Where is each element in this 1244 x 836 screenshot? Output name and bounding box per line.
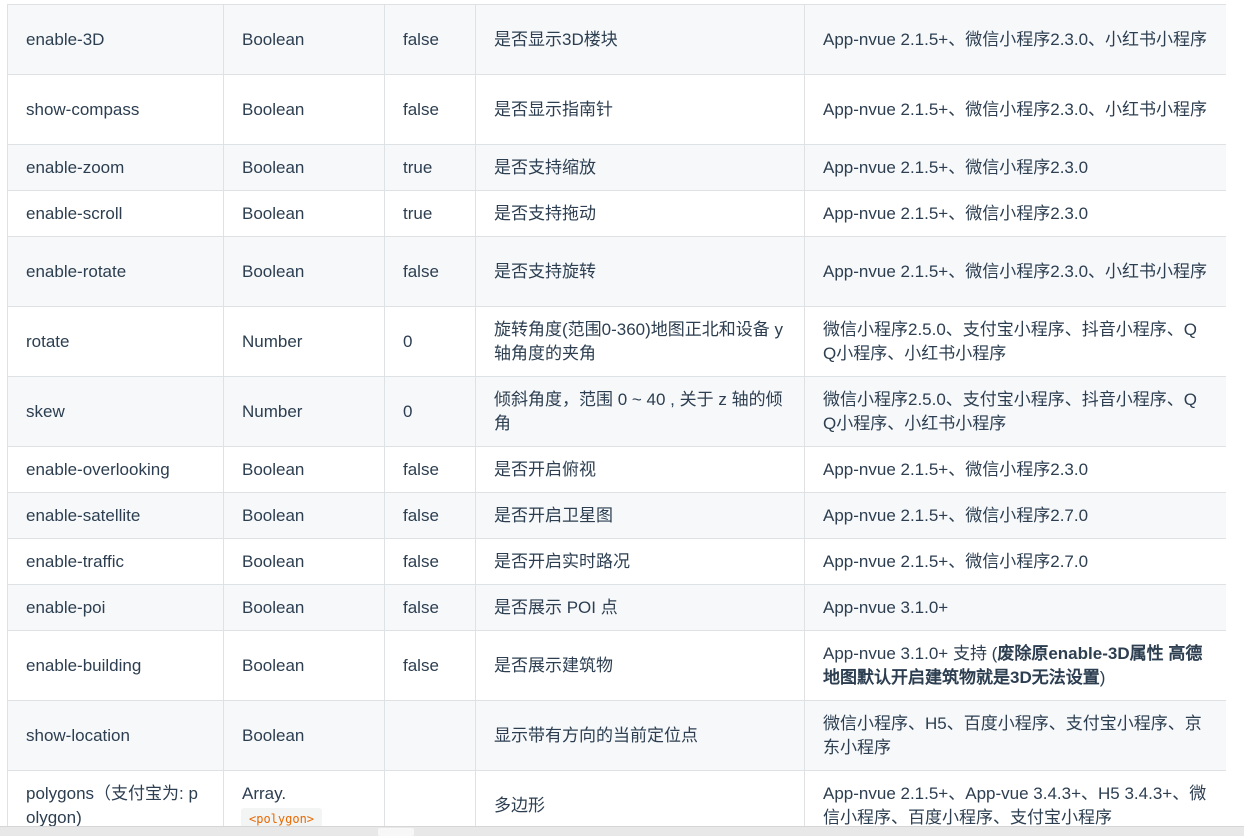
prop-type: Boolean bbox=[223, 630, 385, 701]
prop-platform: App-nvue 2.1.5+、微信小程序2.3.0、小红书小程序 bbox=[804, 74, 1226, 145]
prop-name: enable-zoom bbox=[7, 144, 224, 191]
table-row: show-compass Boolean false 是否显示指南针 App-n… bbox=[7, 74, 1226, 145]
prop-platform: 微信小程序2.5.0、支付宝小程序、抖音小程序、QQ小程序、小红书小程序 bbox=[804, 376, 1226, 447]
prop-default: false bbox=[384, 4, 476, 75]
prop-type: Boolean bbox=[223, 446, 385, 493]
table-row: enable-poi Boolean false 是否展示 POI 点 App-… bbox=[7, 584, 1226, 631]
prop-type: Boolean bbox=[223, 584, 385, 631]
prop-desc: 多边形 bbox=[475, 770, 805, 826]
prop-name: enable-satellite bbox=[7, 492, 224, 539]
prop-desc: 是否支持拖动 bbox=[475, 190, 805, 237]
table-row: skew Number 0 倾斜角度，范围 0 ~ 40 , 关于 z 轴的倾角… bbox=[7, 376, 1226, 447]
type-text: Array. bbox=[242, 783, 287, 803]
type-code: <polygon> bbox=[241, 807, 323, 826]
prop-name: enable-rotate bbox=[7, 236, 224, 307]
prop-platform: App-nvue 2.1.5+、微信小程序2.3.0 bbox=[804, 446, 1226, 493]
prop-default: false bbox=[384, 492, 476, 539]
prop-default: true bbox=[384, 144, 476, 191]
prop-desc: 是否支持旋转 bbox=[475, 236, 805, 307]
table-row: polygons（支付宝为: polygon) Array. <polygon> … bbox=[7, 770, 1226, 826]
table-row: enable-3D Boolean false 是否显示3D楼块 App-nvu… bbox=[7, 4, 1226, 75]
prop-default: false bbox=[384, 236, 476, 307]
table-row: enable-scroll Boolean true 是否支持拖动 App-nv… bbox=[7, 190, 1226, 237]
prop-desc: 是否展示建筑物 bbox=[475, 630, 805, 701]
prop-desc: 是否开启实时路况 bbox=[475, 538, 805, 585]
prop-name: enable-scroll bbox=[7, 190, 224, 237]
prop-desc: 是否显示3D楼块 bbox=[475, 4, 805, 75]
prop-name: enable-3D bbox=[7, 4, 224, 75]
prop-platform: 微信小程序、H5、百度小程序、支付宝小程序、京东小程序 bbox=[804, 700, 1226, 771]
prop-platform: App-nvue 2.1.5+、App-vue 3.4.3+、H5 3.4.3+… bbox=[804, 770, 1226, 826]
table-row: enable-traffic Boolean false 是否开启实时路况 Ap… bbox=[7, 538, 1226, 585]
attributes-table: enable-3D Boolean false 是否显示3D楼块 App-nvu… bbox=[7, 0, 1226, 826]
prop-platform: 微信小程序2.5.0、支付宝小程序、抖音小程序、QQ小程序、小红书小程序 bbox=[804, 306, 1226, 377]
prop-desc: 是否开启俯视 bbox=[475, 446, 805, 493]
prop-platform: App-nvue 2.1.5+、微信小程序2.7.0 bbox=[804, 492, 1226, 539]
table-row: show-location Boolean 显示带有方向的当前定位点 微信小程序… bbox=[7, 700, 1226, 771]
table-row: enable-building Boolean false 是否展示建筑物 Ap… bbox=[7, 630, 1226, 701]
prop-default: false bbox=[384, 538, 476, 585]
prop-type: Boolean bbox=[223, 236, 385, 307]
prop-type: Number bbox=[223, 376, 385, 447]
prop-default: 0 bbox=[384, 306, 476, 377]
map-props-table: enable-3D Boolean false 是否显示3D楼块 App-nvu… bbox=[7, 4, 1226, 826]
prop-type: Boolean bbox=[223, 492, 385, 539]
prop-desc: 显示带有方向的当前定位点 bbox=[475, 700, 805, 771]
table-row: enable-rotate Boolean false 是否支持旋转 App-n… bbox=[7, 236, 1226, 307]
prop-name: show-location bbox=[7, 700, 224, 771]
prop-desc: 是否支持缩放 bbox=[475, 144, 805, 191]
prop-desc: 是否展示 POI 点 bbox=[475, 584, 805, 631]
prop-type: Boolean bbox=[223, 538, 385, 585]
table-row: enable-zoom Boolean true 是否支持缩放 App-nvue… bbox=[7, 144, 1226, 191]
prop-default: false bbox=[384, 446, 476, 493]
prop-type: Number bbox=[223, 306, 385, 377]
prop-name: enable-traffic bbox=[7, 538, 224, 585]
prop-default bbox=[384, 770, 476, 826]
prop-default: false bbox=[384, 74, 476, 145]
prop-name: enable-building bbox=[7, 630, 224, 701]
prop-name: enable-poi bbox=[7, 584, 224, 631]
prop-platform: App-nvue 2.1.5+、微信小程序2.3.0 bbox=[804, 144, 1226, 191]
prop-default: false bbox=[384, 630, 476, 701]
prop-type: Boolean bbox=[223, 700, 385, 771]
prop-platform: App-nvue 3.1.0+ 支持 (废除原enable-3D属性 高德地图默… bbox=[804, 630, 1226, 701]
prop-name: polygons（支付宝为: polygon) bbox=[7, 770, 224, 826]
prop-type: Array. <polygon> bbox=[223, 770, 385, 826]
table-row: rotate Number 0 旋转角度(范围0-360)地图正北和设备 y 轴… bbox=[7, 306, 1226, 377]
prop-type: Boolean bbox=[223, 74, 385, 145]
prop-desc: 是否显示指南针 bbox=[475, 74, 805, 145]
prop-name: skew bbox=[7, 376, 224, 447]
table-row: enable-overlooking Boolean false 是否开启俯视 … bbox=[7, 446, 1226, 493]
prop-default: false bbox=[384, 584, 476, 631]
prop-type: Boolean bbox=[223, 190, 385, 237]
prop-platform: App-nvue 3.1.0+ bbox=[804, 584, 1226, 631]
prop-desc: 倾斜角度，范围 0 ~ 40 , 关于 z 轴的倾角 bbox=[475, 376, 805, 447]
prop-desc: 是否开启卫星图 bbox=[475, 492, 805, 539]
prop-platform: App-nvue 2.1.5+、微信小程序2.7.0 bbox=[804, 538, 1226, 585]
prop-platform: App-nvue 2.1.5+、微信小程序2.3.0、小红书小程序 bbox=[804, 4, 1226, 75]
prop-type: Boolean bbox=[223, 144, 385, 191]
prop-name: rotate bbox=[7, 306, 224, 377]
platform-suffix: ) bbox=[1099, 667, 1106, 687]
prop-default bbox=[384, 700, 476, 771]
prop-default: 0 bbox=[384, 376, 476, 447]
table-row: enable-satellite Boolean false 是否开启卫星图 A… bbox=[7, 492, 1226, 539]
prop-desc: 旋转角度(范围0-360)地图正北和设备 y 轴角度的夹角 bbox=[475, 306, 805, 377]
platform-prefix: App-nvue 3.1.0+ 支持 ( bbox=[823, 643, 998, 663]
prop-default: true bbox=[384, 190, 476, 237]
prop-name: enable-overlooking bbox=[7, 446, 224, 493]
prop-name: show-compass bbox=[7, 74, 224, 145]
prop-platform: App-nvue 2.1.5+、微信小程序2.3.0、小红书小程序 bbox=[804, 236, 1226, 307]
prop-platform: App-nvue 2.1.5+、微信小程序2.3.0 bbox=[804, 190, 1226, 237]
prop-type: Boolean bbox=[223, 4, 385, 75]
